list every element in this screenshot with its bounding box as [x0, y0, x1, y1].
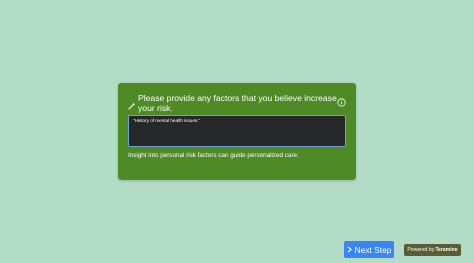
powered-by-badge[interactable]: Powered by Teramine: [404, 244, 461, 256]
chevron-right-icon: [347, 246, 352, 253]
question-title: Please provide any factors that you beli…: [138, 93, 337, 113]
sparkle-pencil-icon: [128, 97, 136, 110]
question-card: Please provide any factors that you beli…: [118, 83, 356, 180]
hint-text: Insight into personal risk factors can g…: [128, 152, 299, 159]
next-step-label: Next Step: [354, 244, 392, 255]
answer-textarea[interactable]: "History of mental health issues.": [128, 115, 346, 147]
powered-by-prefix: Powered by: [407, 247, 435, 253]
next-step-button[interactable]: Next Step: [344, 241, 394, 258]
powered-by-brand: Teramine: [435, 247, 458, 253]
info-circle-icon[interactable]: [337, 94, 346, 107]
page: Please provide any factors that you beli…: [0, 0, 474, 263]
